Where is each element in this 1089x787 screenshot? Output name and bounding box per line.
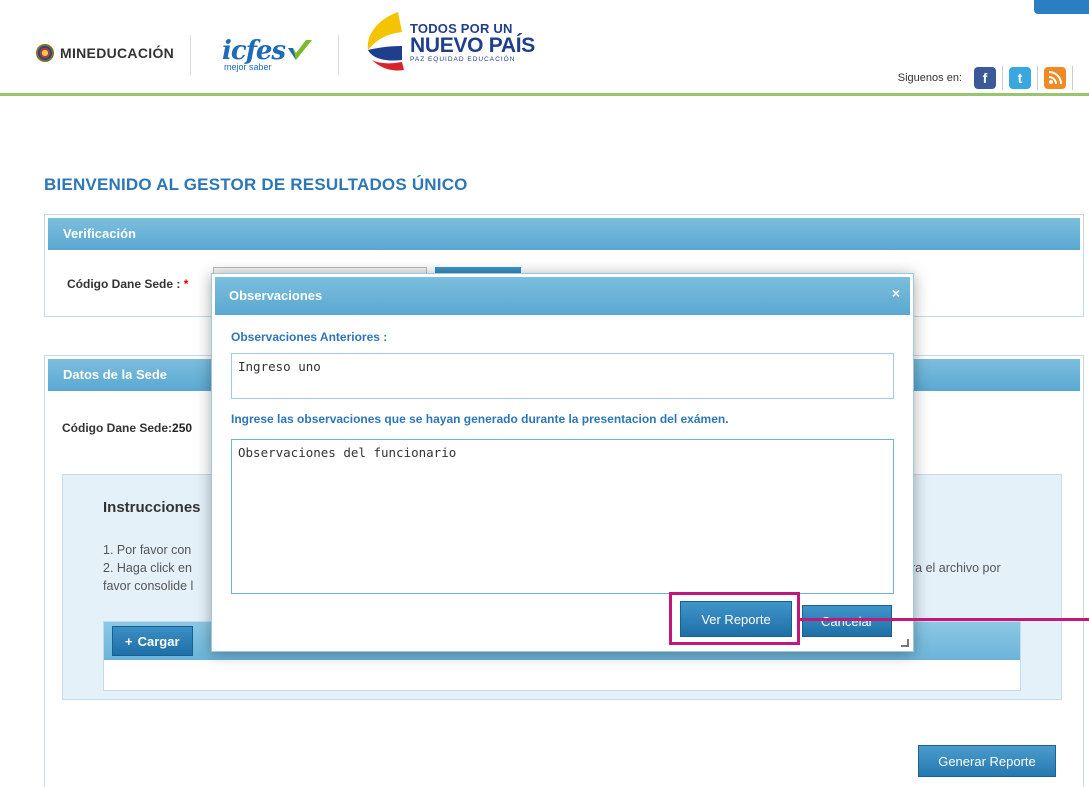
mineducacion-logo: MINEDUCACIÓN bbox=[36, 44, 174, 62]
cancelar-button[interactable]: Cancelar bbox=[802, 605, 892, 637]
header-divider bbox=[0, 93, 1089, 96]
icfes-logo: icfes mejor saber bbox=[222, 36, 312, 72]
generar-reporte-button[interactable]: Generar Reporte bbox=[918, 745, 1056, 777]
observaciones-anteriores-field[interactable]: Ingreso uno bbox=[231, 353, 894, 399]
nuevo-pais-flag-icon bbox=[367, 12, 404, 71]
social-divider bbox=[1002, 66, 1003, 90]
highlight-box bbox=[669, 592, 800, 645]
logo-divider bbox=[190, 35, 191, 75]
codigo-dane-sede-field: Código Dane Sede:250 bbox=[62, 421, 192, 435]
rss-icon[interactable] bbox=[1044, 67, 1066, 89]
social-divider bbox=[1037, 66, 1038, 90]
codigo-dane-sede-label: Código Dane Sede: bbox=[62, 421, 173, 435]
twitter-icon[interactable]: t bbox=[1009, 67, 1031, 89]
checkmark-icon bbox=[288, 40, 312, 60]
instruccion-3: favor consolide l bbox=[103, 579, 194, 593]
todos-line-2: NUEVO PAÍS bbox=[410, 34, 535, 58]
dialog-header: Observaciones × bbox=[215, 277, 910, 315]
instruccion-2: 2. Haga click en bbox=[103, 561, 192, 575]
observaciones-anteriores-label: Observaciones Anteriores : bbox=[231, 330, 388, 344]
mineducacion-logo-text: MINEDUCACIÓN bbox=[60, 45, 175, 61]
nuevas-observaciones-field[interactable]: Observaciones del funcionario bbox=[231, 439, 894, 594]
social-divider bbox=[1072, 66, 1073, 90]
facebook-icon[interactable]: f bbox=[974, 67, 996, 89]
codigo-dane-sede-value: 250 bbox=[172, 421, 193, 435]
colombia-seal-icon bbox=[36, 44, 54, 62]
icfes-tagline: mejor saber bbox=[224, 62, 272, 72]
close-icon[interactable]: × bbox=[892, 285, 900, 301]
instrucciones-title: Instrucciones bbox=[103, 499, 201, 516]
highlight-pointer-line bbox=[798, 618, 1089, 621]
page-title: BIENVENIDO AL GESTOR DE RESULTADOS ÚNICO bbox=[44, 175, 468, 194]
social-label: Siguenos en: bbox=[897, 72, 962, 84]
resize-handle[interactable] bbox=[901, 639, 909, 647]
instruccion-2-end: ra el archivo por bbox=[911, 561, 1001, 575]
dialog-title: Observaciones bbox=[229, 288, 323, 303]
codigo-dane-label: Código Dane Sede : * bbox=[67, 277, 188, 291]
todos-logo-text: TODOS POR UN NUEVO PAÍS PAZ EQUIDAD EDUC… bbox=[410, 22, 535, 64]
cargar-label: Cargar bbox=[137, 633, 180, 649]
todos-por-un-nuevo-pais-logo: TODOS POR UN NUEVO PAÍS PAZ EQUIDAD EDUC… bbox=[362, 10, 535, 76]
codigo-dane-label-text: Código Dane Sede : bbox=[67, 277, 181, 291]
cargar-button[interactable]: + Cargar bbox=[112, 626, 193, 656]
site-header: MINEDUCACIÓN icfes mejor saber TODOS POR… bbox=[0, 0, 1089, 96]
observaciones-dialog: Observaciones × Observaciones Anteriores… bbox=[211, 273, 914, 652]
logo-divider bbox=[338, 35, 339, 75]
user-menu-badge[interactable] bbox=[1034, 0, 1089, 14]
verificacion-header: Verificación bbox=[48, 218, 1080, 250]
social-links: Siguenos en: f t bbox=[898, 66, 1073, 90]
nuevas-observaciones-label: Ingrese las observaciones que se hayan g… bbox=[231, 412, 729, 426]
instruccion-1: 1. Por favor con bbox=[103, 543, 192, 557]
plus-icon: + bbox=[125, 633, 133, 649]
required-mark: * bbox=[183, 277, 189, 291]
todos-line-3: PAZ EQUIDAD EDUCACIÓN bbox=[410, 56, 516, 64]
